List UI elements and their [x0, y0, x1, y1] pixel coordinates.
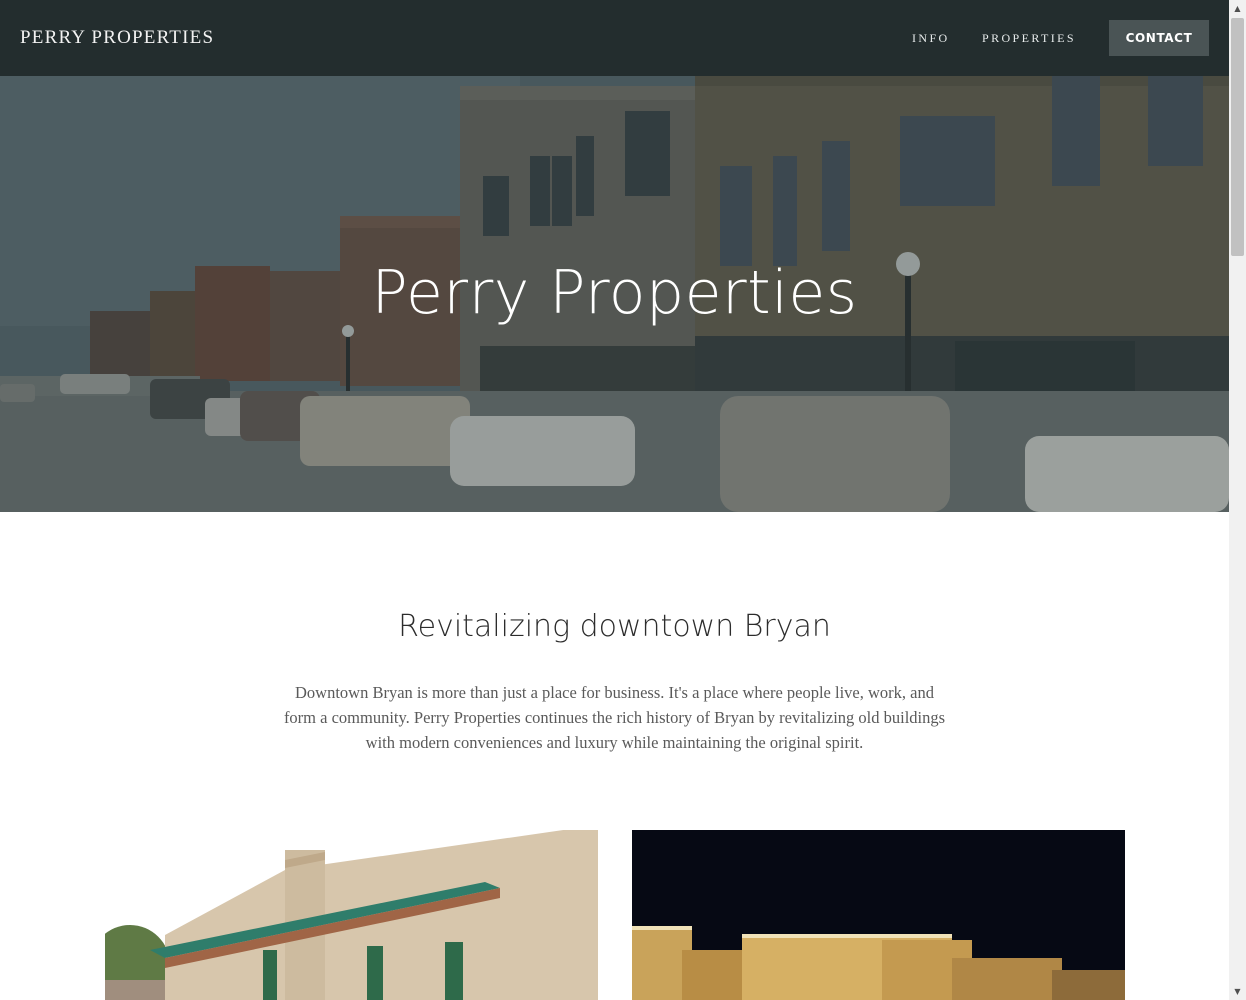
hero-title: Perry Properties	[371, 258, 858, 328]
intro-heading: Revitalizing downtown Bryan	[398, 609, 831, 644]
page: PERRY PROPERTIES INFO PROPERTIES CONTACT	[0, 0, 1229, 1000]
property-image-left[interactable]	[105, 830, 598, 1000]
chevron-up-icon: ▲	[1234, 4, 1241, 13]
brand-logo-link[interactable]: PERRY PROPERTIES	[20, 27, 214, 49]
scrollbar-thumb[interactable]	[1231, 18, 1244, 256]
property-photo-night-building	[632, 830, 1125, 1000]
hero-banner: Perry Properties	[0, 76, 1229, 512]
scroll-up-arrow[interactable]: ▲	[1229, 0, 1246, 17]
scroll-down-arrow[interactable]: ▼	[1229, 983, 1246, 1000]
nav-link-properties[interactable]: PROPERTIES	[982, 31, 1076, 46]
property-photo-stucco-building	[105, 830, 598, 1000]
nav-link-info[interactable]: INFO	[912, 31, 950, 46]
contact-button[interactable]: CONTACT	[1109, 20, 1209, 56]
intro-paragraph: Downtown Bryan is more than just a place…	[283, 683, 946, 752]
chevron-down-icon: ▼	[1234, 987, 1241, 996]
page-scrollbar[interactable]: ▲ ▼	[1229, 0, 1246, 1000]
property-image-right[interactable]	[632, 830, 1125, 1000]
site-header: PERRY PROPERTIES INFO PROPERTIES CONTACT	[0, 0, 1229, 76]
